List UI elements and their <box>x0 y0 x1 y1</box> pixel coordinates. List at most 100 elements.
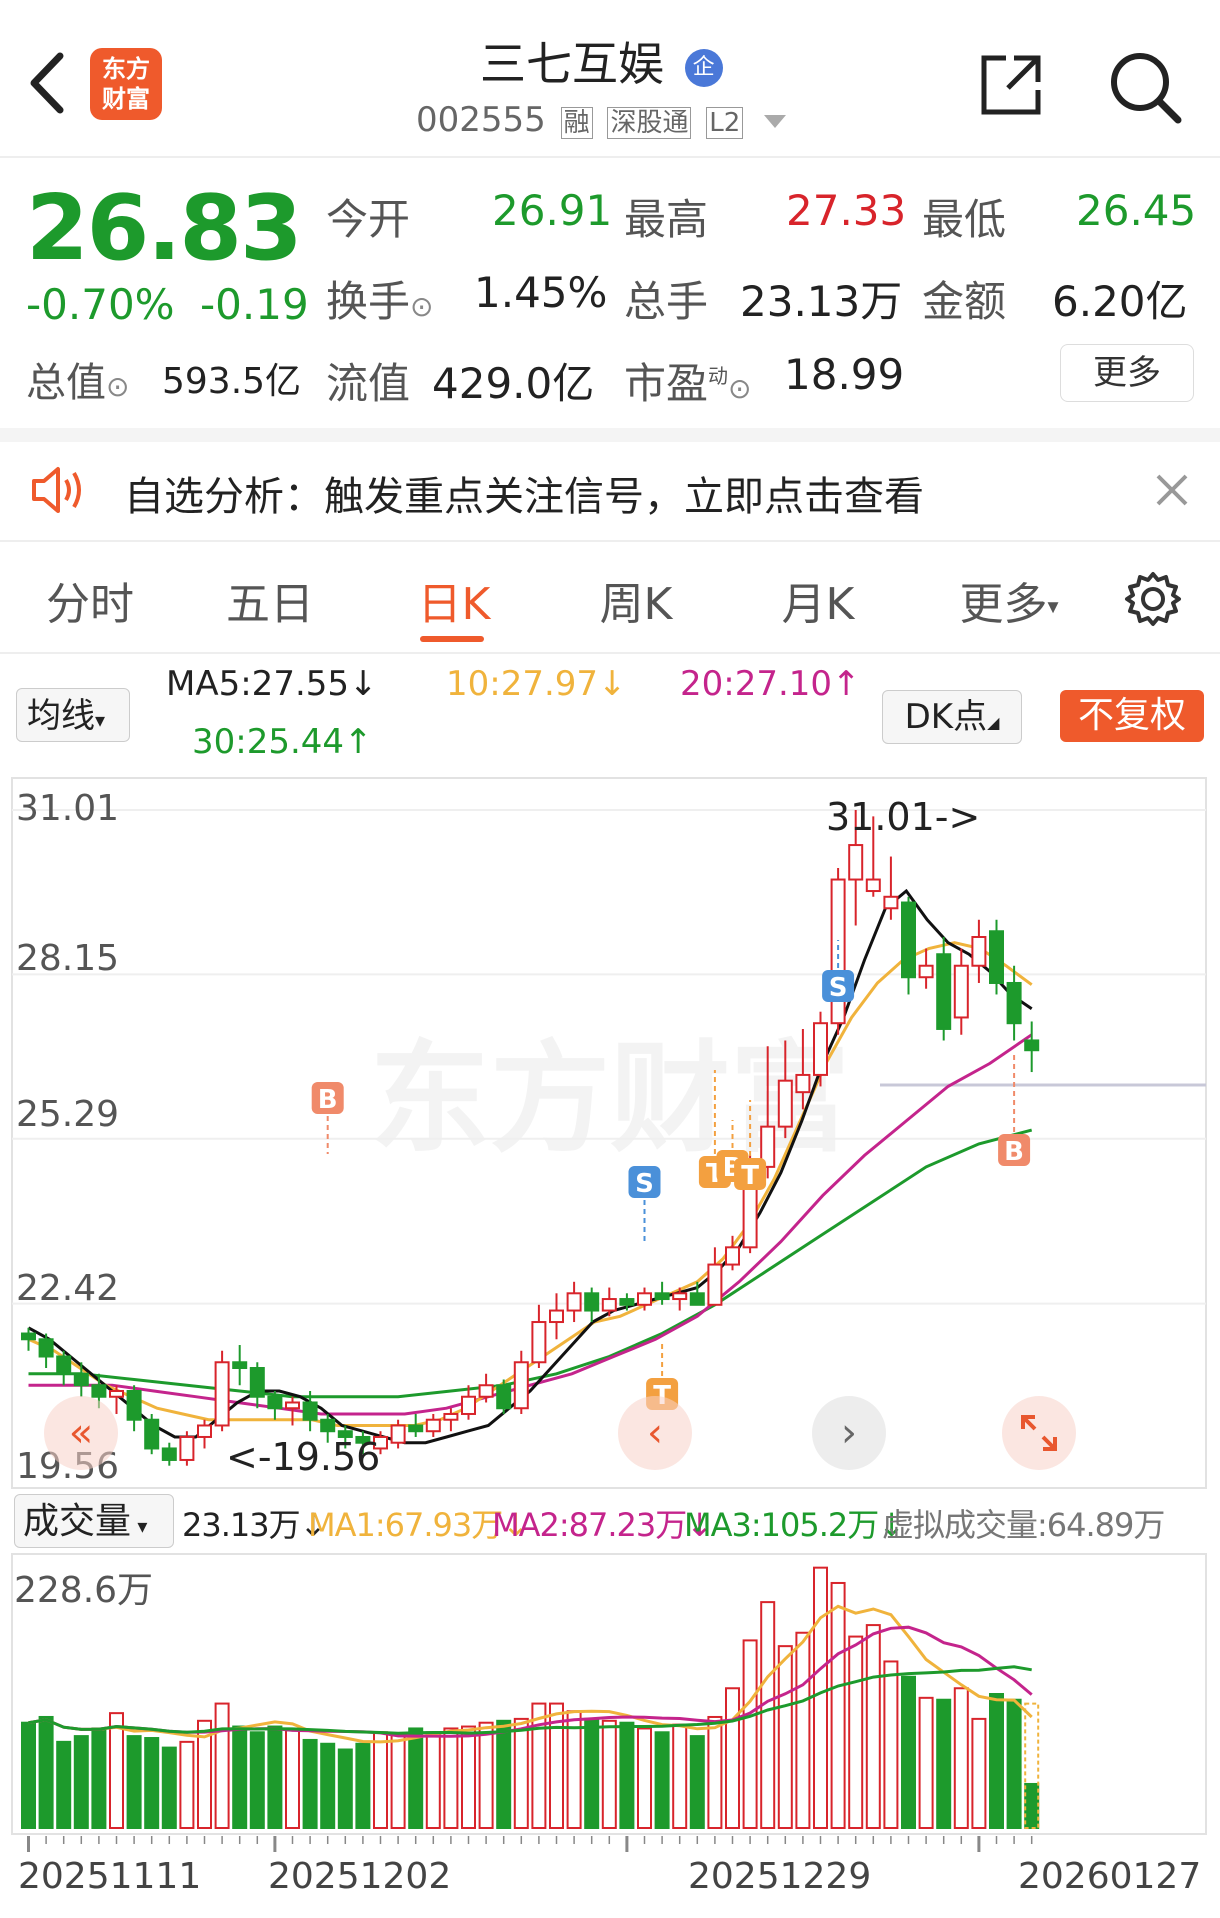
volume-today-label: 23.13万↓ <box>182 1506 326 1544</box>
search-icon <box>1111 53 1182 124</box>
volume-chart[interactable]: 228.6万 20251111 20251202 20251229 202601… <box>0 1552 1220 1918</box>
candle-body <box>161 1447 177 1461</box>
scroll-left-button[interactable]: ‹ <box>618 1396 692 1470</box>
candle-body <box>813 1022 828 1076</box>
volume-bar <box>1006 1698 1022 1829</box>
indicator-selector[interactable]: 均线▾ <box>16 688 130 742</box>
volume-bar <box>584 1717 600 1829</box>
dk-point-button[interactable]: DK点◢ <box>882 690 1022 744</box>
candle-body <box>584 1292 600 1312</box>
volume-bar <box>302 1738 318 1829</box>
volume-ma-lines <box>28 1604 1033 1744</box>
candle-body <box>848 844 864 881</box>
candle-body <box>443 1412 459 1421</box>
float-value: 429.0亿 <box>432 359 595 408</box>
adjust-button[interactable]: 不复权 <box>1060 690 1204 742</box>
back-button[interactable] <box>22 48 72 118</box>
close-icon[interactable] <box>1152 470 1192 510</box>
candle-body <box>73 1372 89 1387</box>
candle-body <box>56 1355 72 1375</box>
pe-value: 18.99 <box>784 350 905 399</box>
candle-body <box>654 1292 670 1301</box>
search-button[interactable] <box>1106 48 1182 124</box>
volume-bar <box>953 1687 969 1829</box>
ma30-label: 30:25.44↑ <box>192 722 373 762</box>
tab-daily-k[interactable]: 日K <box>404 568 504 632</box>
candle-body <box>91 1384 107 1398</box>
dropdown-icon: ▾ <box>1047 594 1059 620</box>
open-value: 26.91 <box>492 186 613 235</box>
volume-bar <box>865 1624 881 1830</box>
y-label-22-42: 22.42 <box>16 1268 119 1309</box>
turnover-value: 1.45% <box>474 268 608 317</box>
candle-body <box>707 1263 723 1306</box>
expand-icon <box>1021 1415 1057 1451</box>
candle-body <box>214 1361 230 1427</box>
tab-weekly-k[interactable]: 周K <box>586 568 686 632</box>
tab-monthly-k[interactable]: 月K <box>768 568 868 632</box>
volume-bar <box>848 1635 864 1829</box>
high-label: 最高 <box>624 195 709 244</box>
candle-body <box>38 1338 54 1358</box>
candle-body <box>249 1367 265 1398</box>
amount-label: 金额 <box>922 277 1007 326</box>
ma30-line <box>28 1128 1033 1399</box>
volume-bar <box>56 1740 72 1830</box>
volume-bar <box>760 1601 776 1829</box>
tab-intraday[interactable]: 分时 <box>40 568 140 632</box>
ma10-line <box>27 941 1033 1427</box>
volume-bar <box>707 1715 723 1830</box>
date-ticks <box>27 1836 1033 1852</box>
low-marker: <-19.56 <box>226 1435 380 1479</box>
volume-top-label: 228.6万 <box>14 1570 153 1611</box>
candle-body <box>989 930 1004 984</box>
volume-bar <box>232 1725 248 1830</box>
candle-body <box>126 1389 142 1421</box>
settings-gear-icon[interactable] <box>1124 570 1182 628</box>
volume-ma3-line <box>28 1665 1032 1735</box>
candle-body <box>901 901 916 979</box>
volume-bar <box>989 1693 1004 1829</box>
candle-body <box>672 1292 688 1301</box>
candle-body <box>1006 981 1022 1025</box>
high-value: 27.33 <box>786 186 907 235</box>
volume-bar <box>742 1639 758 1830</box>
volume-bar <box>936 1698 952 1829</box>
info-icon: ⊙ <box>728 372 752 405</box>
candle-body <box>953 964 969 1019</box>
volume-ma1-line <box>28 1604 1033 1744</box>
volume-indicator-selector[interactable]: 成交量 ▾ <box>14 1494 174 1548</box>
candle-body <box>179 1435 195 1461</box>
tab-five-day[interactable]: 五日 <box>220 568 320 632</box>
volume-bar <box>513 1717 529 1829</box>
fullscreen-button[interactable] <box>1002 1396 1076 1470</box>
info-icon: ⊙ <box>106 370 130 403</box>
share-button[interactable] <box>978 52 1044 118</box>
scroll-left-fast-button[interactable]: « <box>44 1396 118 1470</box>
kline-chart[interactable]: 东方财富 31.01 28.15 25.29 22.42 19.56 31.01… <box>0 770 1220 1490</box>
volume-ma3-label: MA3:105.2万↓ <box>684 1506 905 1544</box>
stock-title: 三七互娱 企 <box>480 28 723 94</box>
app-logo[interactable]: 东方 财富 <box>90 48 162 120</box>
date-label-1: 20251111 <box>18 1856 201 1897</box>
volume-bar <box>91 1727 107 1829</box>
volume-bar <box>496 1719 512 1829</box>
stock-code: 002555 <box>416 100 546 140</box>
candle-body <box>883 895 899 910</box>
y-label-28-15: 28.15 <box>16 938 119 979</box>
volume-bar <box>830 1581 846 1829</box>
dropdown-icon <box>764 115 787 128</box>
volume-bar <box>249 1731 265 1830</box>
more-button[interactable]: 更多 <box>1060 344 1194 402</box>
date-label-4: 20260127 <box>1018 1856 1201 1897</box>
scroll-right-button[interactable]: › <box>812 1396 886 1470</box>
volume-bar <box>689 1735 705 1829</box>
volume-bar <box>320 1742 336 1829</box>
tab-more[interactable]: 更多▾ <box>944 568 1074 632</box>
notice-bar[interactable]: 自选分析：触发重点关注信号，立即点击查看 <box>0 442 1220 540</box>
candle-body <box>390 1424 406 1444</box>
candle-body <box>232 1361 248 1370</box>
candle-body <box>408 1424 424 1433</box>
signal-markers: BSTTBTSB <box>311 940 1031 1411</box>
stock-code-row[interactable]: 002555 融 深股通 L2 <box>416 100 787 140</box>
